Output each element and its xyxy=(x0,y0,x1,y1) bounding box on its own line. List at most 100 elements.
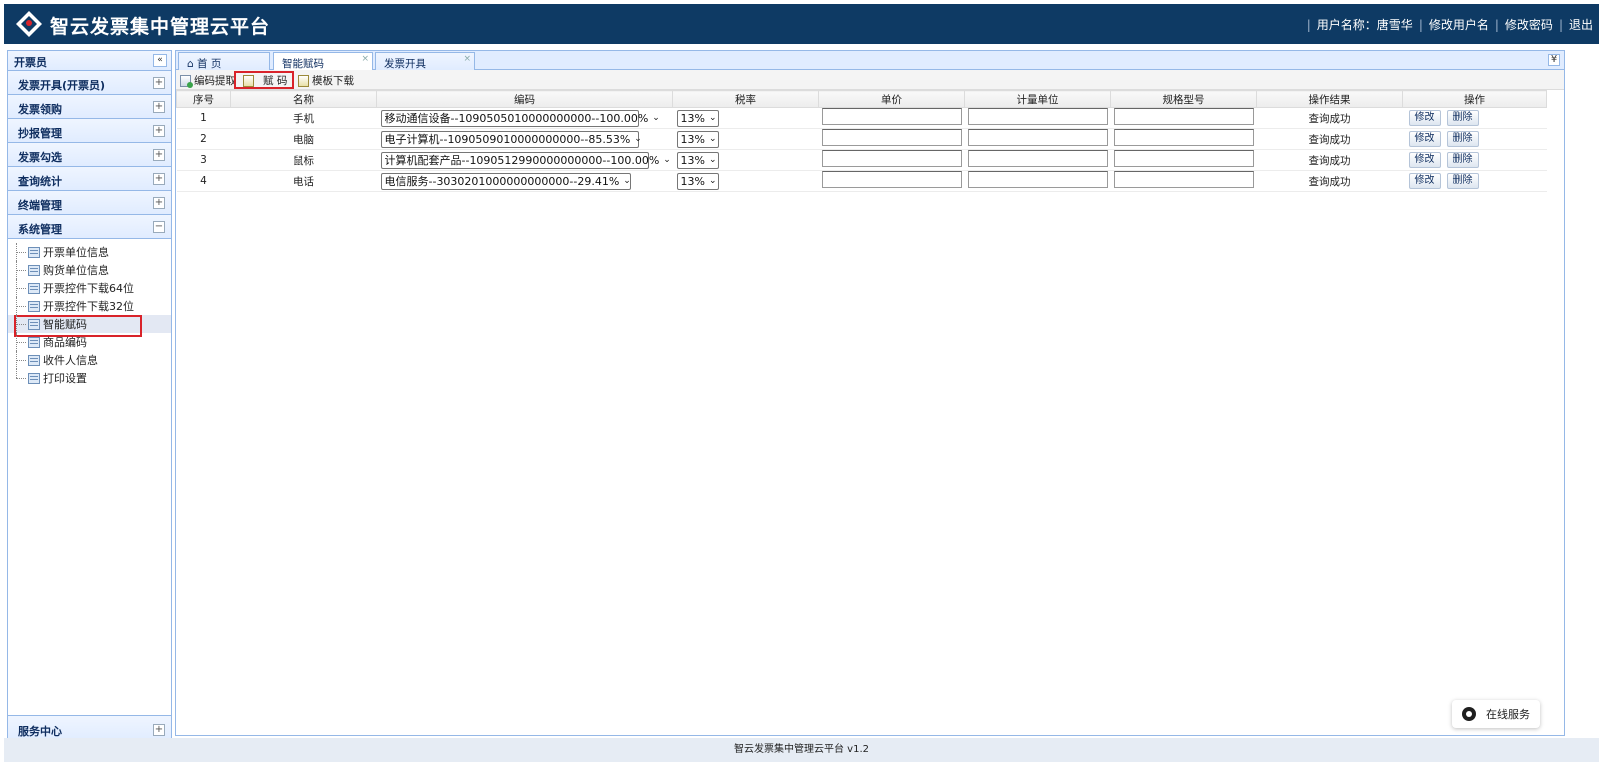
collapse-sidebar-button[interactable]: « xyxy=(153,54,167,67)
col-header-spec: 规格型号 xyxy=(1110,90,1257,108)
button-label: 模板下载 xyxy=(312,75,354,87)
tax-rate-select[interactable]: 13% ⌄ xyxy=(676,151,719,169)
unit-price-input[interactable] xyxy=(821,129,962,146)
expand-icon[interactable]: + xyxy=(153,197,165,209)
expand-icon[interactable]: + xyxy=(153,724,165,736)
unit-price-input[interactable] xyxy=(821,171,962,188)
expand-icon[interactable]: + xyxy=(153,125,165,137)
sidebar-item-control-32[interactable]: 开票控件下载32位 xyxy=(8,297,171,315)
col-header-result: 操作结果 xyxy=(1256,90,1403,108)
menu-group-terminal[interactable]: 终端管理 + xyxy=(8,191,171,215)
operation-result: 查询成功 xyxy=(1256,128,1403,150)
assign-code-button[interactable]: 赋 码 xyxy=(243,73,287,88)
sidebar-item-product-code[interactable]: 商品编码 xyxy=(8,333,171,351)
sidebar-item-recipient-info[interactable]: 收件人信息 xyxy=(8,351,171,369)
expand-icon[interactable]: + xyxy=(153,173,165,185)
delete-button[interactable]: 删除 xyxy=(1446,131,1479,147)
measure-unit-input[interactable] xyxy=(967,108,1108,125)
tab-home[interactable]: ⌂ 首 页 xyxy=(178,52,270,70)
code-select[interactable]: 移动通信设备--1090505010000000000--100.00% ⌄ xyxy=(380,109,660,127)
close-icon[interactable]: × xyxy=(463,54,471,64)
menu-group-system[interactable]: 系统管理 − xyxy=(8,215,171,239)
edit-username-link[interactable]: 修改用户名 xyxy=(1429,16,1489,33)
row-number: 1 xyxy=(176,107,231,129)
template-download-button[interactable]: 模板下载 xyxy=(298,73,354,88)
change-password-link[interactable]: 修改密码 xyxy=(1505,16,1553,33)
menu-group-invoice-purchase[interactable]: 发票领购 + xyxy=(8,95,171,119)
extract-code-button[interactable]: 编码提取 xyxy=(180,73,236,88)
operation-result: 查询成功 xyxy=(1256,170,1403,192)
document-icon xyxy=(28,354,40,366)
expand-icon[interactable]: + xyxy=(153,101,165,113)
measure-unit-input[interactable] xyxy=(967,129,1108,146)
menu-group-invoice-issue[interactable]: 发票开具(开票员) + xyxy=(8,71,171,95)
divider: | xyxy=(1494,17,1499,32)
expand-icon[interactable]: + xyxy=(153,77,165,89)
code-select[interactable]: 计算机配套产品--1090512990000000000--100.00% ⌄ xyxy=(380,151,671,169)
sidebar-item-smart-coding[interactable]: 智能赋码 xyxy=(8,315,171,337)
table-row: 4 电话 电信服务--3030201000000000000--29.41% ⌄ … xyxy=(176,170,1547,192)
spec-model-input[interactable] xyxy=(1113,171,1254,188)
measure-unit-input[interactable] xyxy=(967,150,1108,167)
sidebar: 开票员 « 发票开具(开票员) + 发票领购 + 抄报管理 + 发票勾选 + 查… xyxy=(7,50,172,742)
menu-group-label: 终端管理 xyxy=(18,199,62,212)
operation-result: 查询成功 xyxy=(1256,149,1403,171)
close-icon[interactable]: × xyxy=(361,54,369,64)
col-header-price: 单价 xyxy=(818,90,965,108)
code-select[interactable]: 电子计算机--1090509010000000000--85.53% ⌄ xyxy=(380,130,642,148)
menu-group-report[interactable]: 抄报管理 + xyxy=(8,119,171,143)
delete-button[interactable]: 删除 xyxy=(1446,173,1479,189)
chevron-down-icon: ⌄ xyxy=(652,113,660,123)
menu-group-query-stats[interactable]: 查询统计 + xyxy=(8,167,171,191)
menu-group-label: 查询统计 xyxy=(18,175,62,188)
button-label: 赋 码 xyxy=(263,75,288,87)
spec-model-input[interactable] xyxy=(1113,129,1254,146)
table-row: 3 鼠标 计算机配套产品--1090512990000000000--100.0… xyxy=(176,149,1547,171)
tab-smart-coding[interactable]: 智能赋码 × xyxy=(273,52,373,71)
delete-button[interactable]: 删除 xyxy=(1446,152,1479,168)
col-header-name: 名称 xyxy=(230,90,377,108)
edit-button[interactable]: 修改 xyxy=(1408,152,1441,168)
product-name: 电脑 xyxy=(230,128,377,150)
spec-model-input[interactable] xyxy=(1113,108,1254,125)
logout-link[interactable]: 退出 xyxy=(1569,16,1593,33)
unit-price-input[interactable] xyxy=(821,150,962,167)
tab-menu-button[interactable]: ¥ xyxy=(1548,54,1560,66)
menu-group-label: 发票开具(开票员) xyxy=(18,79,106,92)
menu-group-invoice-check[interactable]: 发票勾选 + xyxy=(8,143,171,167)
app-header: 智云发票集中管理云平台 | 用户名称：唐雪华 | 修改用户名 | 修改密码 | … xyxy=(4,4,1599,44)
document-icon xyxy=(28,282,40,294)
unit-price-input[interactable] xyxy=(821,108,962,125)
row-number: 3 xyxy=(176,149,231,171)
edit-button[interactable]: 修改 xyxy=(1408,173,1441,189)
download-icon xyxy=(298,74,309,87)
sidebar-item-control-64[interactable]: 开票控件下载64位 xyxy=(8,279,171,297)
edit-button[interactable]: 修改 xyxy=(1408,131,1441,147)
sidebar-item-label: 开票控件下载32位 xyxy=(43,300,134,313)
measure-unit-input[interactable] xyxy=(967,171,1108,188)
sidebar-item-label: 打印设置 xyxy=(43,372,87,385)
online-service-button[interactable]: 在线服务 xyxy=(1452,700,1540,728)
sidebar-item-issuer-info[interactable]: 开票单位信息 xyxy=(8,243,171,261)
table-row: 2 电脑 电子计算机--1090509010000000000--85.53% ⌄… xyxy=(176,128,1547,150)
user-links: | 用户名称：唐雪华 | 修改用户名 | 修改密码 | 退出 xyxy=(1301,16,1593,33)
spec-model-input[interactable] xyxy=(1113,150,1254,167)
product-name: 鼠标 xyxy=(230,149,377,171)
sidebar-item-print-settings[interactable]: 打印设置 xyxy=(8,369,171,387)
delete-button[interactable]: 删除 xyxy=(1446,110,1479,126)
menu-group-label: 服务中心 xyxy=(18,725,62,738)
sidebar-item-buyer-info[interactable]: 购货单位信息 xyxy=(8,261,171,279)
chevron-down-icon: ⌄ xyxy=(708,176,717,186)
tax-rate-select[interactable]: 13% ⌄ xyxy=(676,109,719,127)
tab-invoice-issue[interactable]: 发票开具 × xyxy=(375,52,475,70)
edit-button[interactable]: 修改 xyxy=(1408,110,1441,126)
row-number: 4 xyxy=(176,170,231,192)
document-icon xyxy=(28,336,40,348)
tax-rate-select[interactable]: 13% ⌄ xyxy=(676,172,719,190)
code-select[interactable]: 电信服务--3030201000000000000--29.41% ⌄ xyxy=(380,172,631,190)
col-header-rate: 税率 xyxy=(672,90,819,108)
collapse-icon[interactable]: − xyxy=(153,221,165,233)
tax-rate-select[interactable]: 13% ⌄ xyxy=(676,130,719,148)
sidebar-item-label: 购货单位信息 xyxy=(43,264,109,277)
expand-icon[interactable]: + xyxy=(153,149,165,161)
